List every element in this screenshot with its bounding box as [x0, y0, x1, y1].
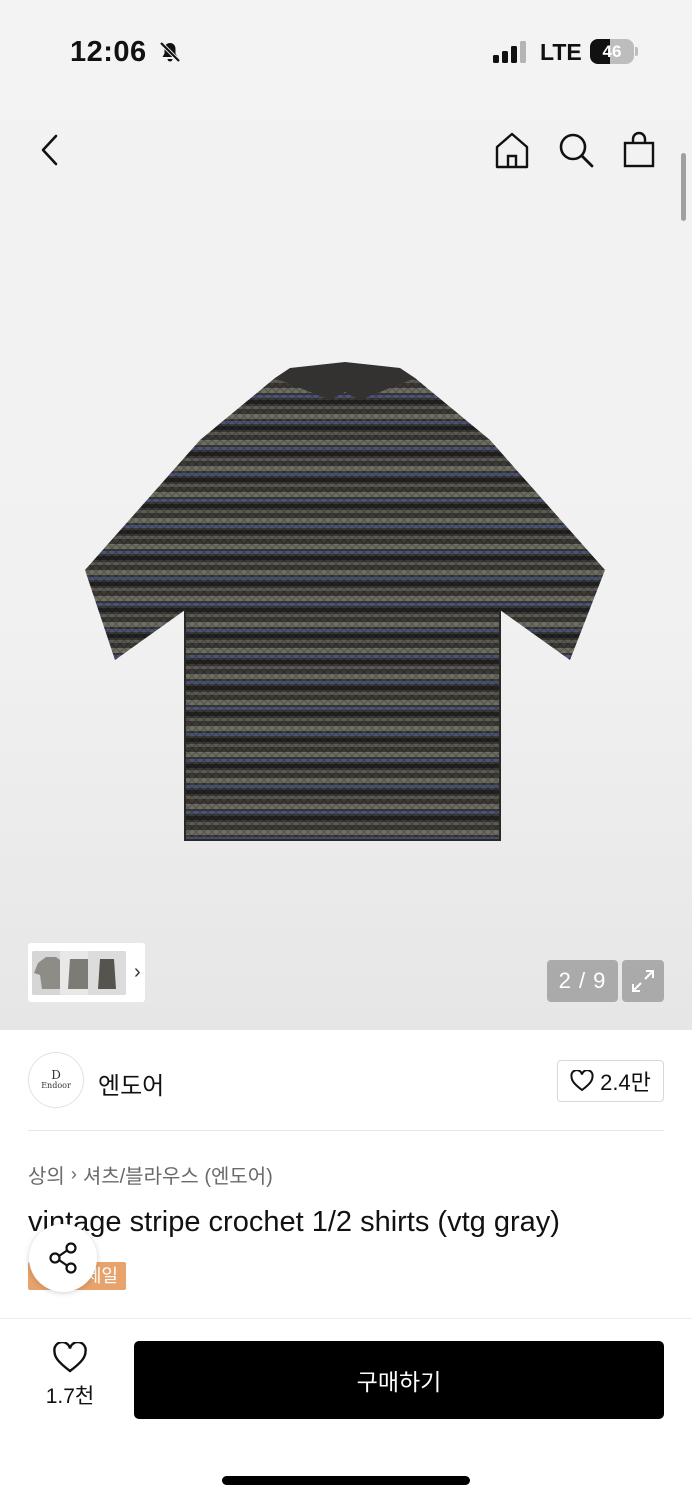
brand-like-count: 2.4만	[600, 1070, 651, 1095]
heart-icon	[53, 1342, 87, 1373]
chevron-right-icon: ›	[70, 1164, 77, 1184]
buy-button[interactable]: 구매하기	[134, 1341, 664, 1419]
network-type: LTE	[540, 39, 582, 65]
battery-level: 46	[602, 42, 622, 61]
battery-icon: 46	[590, 39, 638, 64]
share-icon	[49, 1242, 77, 1274]
search-icon	[559, 133, 594, 168]
signal-icon	[493, 41, 526, 63]
thumbnail-strip[interactable]: ›	[28, 943, 145, 1002]
home-button[interactable]	[490, 128, 534, 172]
brand-like-button[interactable]: 2.4만	[557, 1060, 664, 1102]
fullscreen-button[interactable]	[622, 960, 664, 1002]
product-image[interactable]	[80, 360, 610, 850]
home-icon	[495, 132, 529, 169]
heart-icon	[570, 1070, 594, 1092]
shopping-bag-icon	[623, 131, 655, 168]
home-indicator[interactable]	[222, 1476, 470, 1485]
scrollbar[interactable]	[681, 153, 686, 221]
wishlist-button[interactable]: 1.7천	[30, 1342, 110, 1418]
breadcrumb-category[interactable]: 상의	[28, 1160, 65, 1189]
chevron-left-icon	[41, 134, 58, 166]
wishlist-count: 1.7천	[45, 1385, 95, 1408]
product-title: vintage stripe crochet 1/2 shirts (vtg g…	[28, 1206, 560, 1238]
brand-logo[interactable]: D Endoor	[28, 1052, 84, 1108]
divider	[28, 1130, 664, 1131]
cart-button[interactable]	[617, 128, 661, 172]
expand-icon	[632, 970, 654, 992]
status-time: 12:06	[70, 36, 147, 68]
divider	[0, 1318, 692, 1319]
brand-name[interactable]: 엔도어	[98, 1066, 164, 1101]
chevron-right-icon: ›	[134, 961, 141, 983]
status-bar: 12:06 LTE 46	[0, 0, 692, 100]
thumbnail-image[interactable]	[88, 950, 126, 995]
breadcrumb-subcategory[interactable]: 셔츠/블라우스 (엔도어)	[83, 1160, 273, 1189]
bell-muted-icon	[159, 41, 181, 63]
image-counter: 2 / 9	[547, 960, 618, 1002]
share-button[interactable]	[29, 1224, 97, 1292]
brand-row[interactable]: D Endoor 엔도어 2.4만	[28, 1052, 664, 1110]
search-button[interactable]	[554, 128, 598, 172]
breadcrumb[interactable]: 상의 › 셔츠/블라우스 (엔도어)	[28, 1160, 273, 1189]
back-button[interactable]	[28, 128, 72, 172]
